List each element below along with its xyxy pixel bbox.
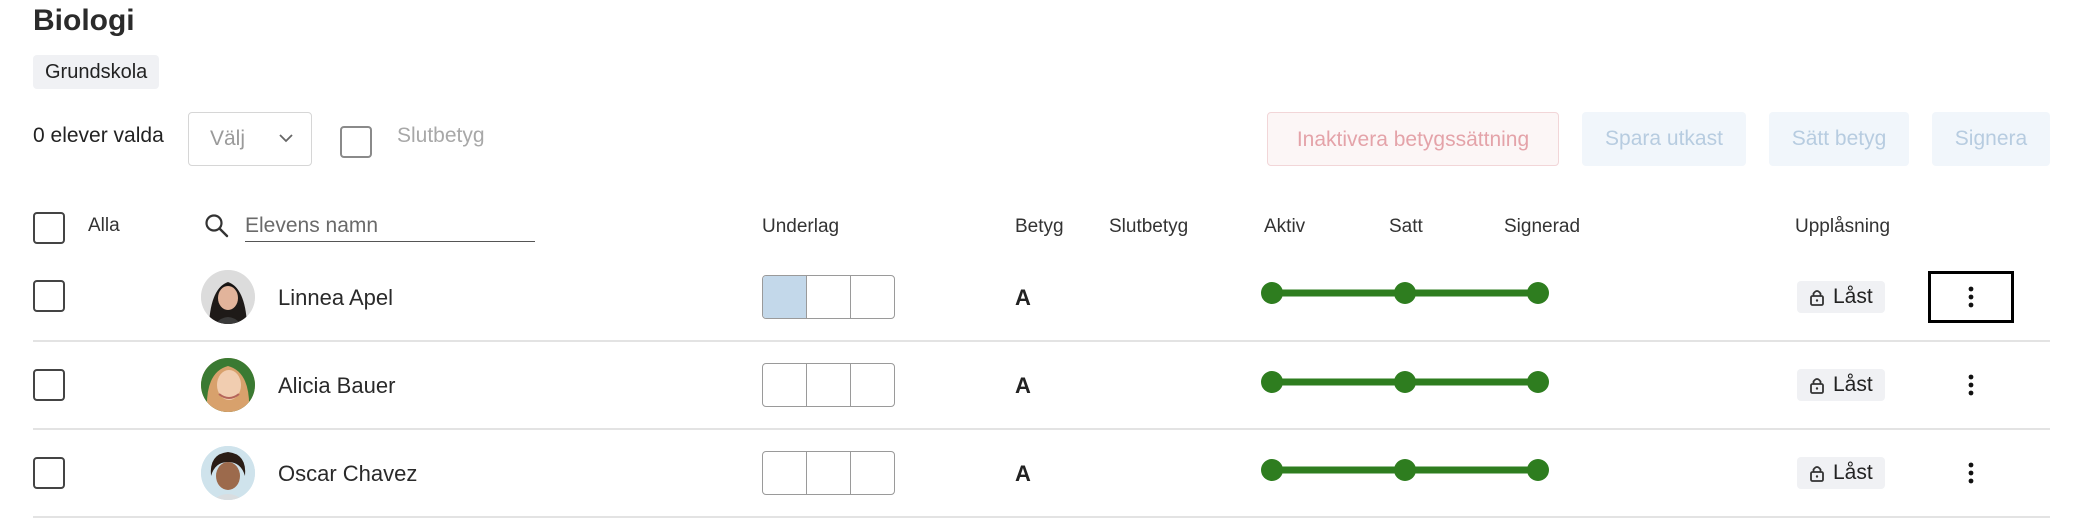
lock-status-badge[interactable]: Låst [1797,369,1885,401]
grade-value: A [1015,373,1031,398]
lock-icon [1810,378,1824,394]
status-dot-satt [1394,282,1416,304]
row-more-menu-button[interactable] [1928,359,2014,411]
underlag-segment [807,452,851,494]
more-vertical-icon [1968,286,1974,308]
set-grade-button[interactable]: Sätt betyg [1769,112,1909,166]
search-icon [205,214,229,238]
student-name-search-input[interactable] [245,211,535,242]
lock-status-label: Låst [1833,461,1873,484]
select-all-checkbox[interactable] [33,212,65,244]
underlag-segment [807,364,851,406]
avatar [201,358,255,412]
underlag-segment [807,276,851,318]
school-level-badge: Grundskola [33,55,160,89]
student-name[interactable]: Alicia Bauer [278,373,395,399]
lock-status-label: Låst [1833,373,1873,396]
status-dot-satt [1394,371,1416,393]
page-title: Biologi [33,4,135,37]
chevron-down-icon [279,134,293,143]
row-more-menu-button[interactable] [1928,447,2014,499]
final-grade-checkbox[interactable] [340,126,372,158]
row-divider [33,516,2050,518]
save-draft-button[interactable]: Spara utkast [1582,112,1746,166]
underlag-segment [851,276,894,318]
header-aktiv: Aktiv [1264,216,1306,237]
sign-button[interactable]: Signera [1932,112,2050,166]
lock-icon [1810,466,1824,482]
underlag-segment [763,276,807,318]
row-more-menu-button[interactable] [1928,271,2014,323]
header-underlag: Underlag [762,216,840,237]
selected-students-count: 0 elever valda [33,124,164,147]
status-dot-aktiv [1261,371,1283,393]
inactivate-grading-button[interactable]: Inaktivera betygssättning [1267,112,1559,166]
more-vertical-icon [1968,374,1974,396]
header-satt: Satt [1389,216,1423,237]
header-upplasning: Upplåsning [1795,216,1891,237]
status-progress [1261,459,1549,481]
status-dot-signerad [1527,459,1549,481]
action-select[interactable]: Välj [188,112,312,166]
header-all: Alla [88,215,120,236]
lock-status-badge[interactable]: Låst [1797,281,1885,313]
row-select-checkbox[interactable] [33,280,65,312]
row-divider [33,428,2050,430]
avatar [201,270,255,324]
status-dot-signerad [1527,371,1549,393]
avatar [201,446,255,500]
student-name[interactable]: Linnea Apel [278,285,393,311]
row-divider [33,340,2050,342]
underlag-segment [851,452,894,494]
header-slutbetyg: Slutbetyg [1109,216,1189,237]
row-select-checkbox[interactable] [33,369,65,401]
underlag-segment [851,364,894,406]
student-name[interactable]: Oscar Chavez [278,461,417,487]
underlag-indicator[interactable] [762,363,895,407]
status-dot-signerad [1527,282,1549,304]
action-select-value: Välj [210,127,246,150]
underlag-segment [763,364,807,406]
lock-status-label: Låst [1833,285,1873,308]
row-select-checkbox[interactable] [33,457,65,489]
header-betyg: Betyg [1015,216,1064,237]
underlag-segment [763,452,807,494]
status-dot-aktiv [1261,459,1283,481]
lock-status-badge[interactable]: Låst [1797,457,1885,489]
status-progress [1261,282,1549,304]
header-signerad: Signerad [1504,216,1581,237]
status-progress [1261,371,1549,393]
underlag-indicator[interactable] [762,275,895,319]
more-vertical-icon [1968,462,1974,484]
grade-value: A [1015,285,1031,310]
final-grade-label: Slutbetyg [397,124,485,147]
status-dot-aktiv [1261,282,1283,304]
lock-icon [1810,290,1824,306]
status-dot-satt [1394,459,1416,481]
underlag-indicator[interactable] [762,451,895,495]
grade-value: A [1015,461,1031,486]
